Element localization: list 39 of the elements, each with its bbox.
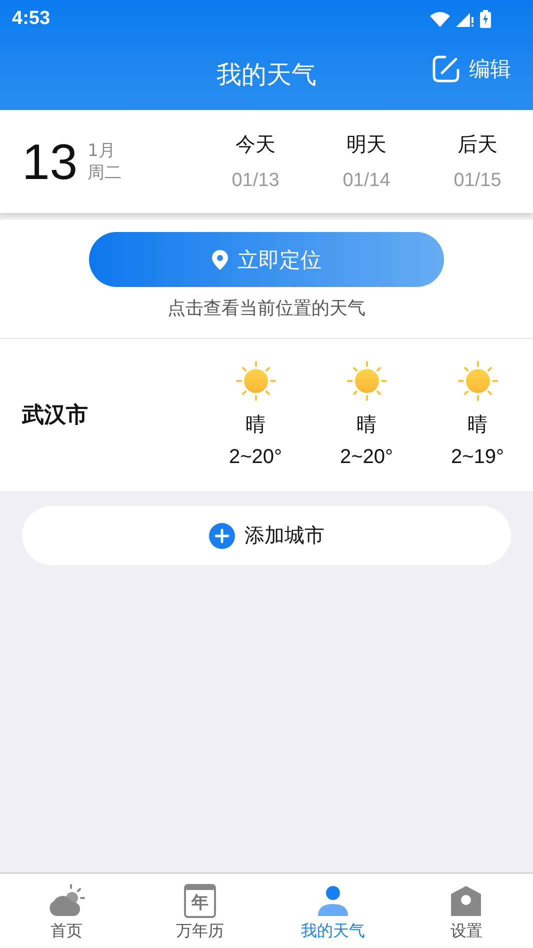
weekday-label: 周二: [88, 162, 122, 184]
temperature-range: 2~19°: [450, 446, 504, 469]
location-pin-icon: [212, 250, 228, 270]
day-number: 13: [22, 132, 78, 190]
locate-hint: 点击查看当前位置的天气: [168, 297, 366, 320]
sun-icon: [458, 361, 498, 401]
day-date: 01/13: [232, 170, 280, 192]
edit-icon: [431, 54, 461, 84]
day-label: 明天: [346, 131, 386, 158]
calendar-icon: 年: [184, 884, 216, 918]
nav-tab[interactable]: 我的天气: [266, 874, 400, 948]
nav-tab[interactable]: 年 万年历: [133, 874, 266, 948]
day-label: 今天: [236, 131, 276, 158]
nav-tab[interactable]: 设置: [400, 874, 533, 948]
edit-button[interactable]: 编辑: [431, 54, 511, 84]
person-icon: [316, 886, 350, 918]
plus-icon: [208, 522, 234, 548]
weather-condition: 晴: [246, 411, 266, 438]
signal-icon: [456, 11, 474, 27]
sun-icon: [236, 361, 276, 401]
day-date: 01/14: [342, 170, 390, 192]
weather-condition: 晴: [356, 411, 376, 438]
cloud-sun-icon: [48, 884, 86, 918]
city-name: 武汉市: [22, 402, 88, 430]
day-label: 后天: [458, 131, 498, 158]
nav-tab[interactable]: 首页: [0, 874, 134, 948]
house-icon: [451, 886, 482, 918]
day-date: 01/15: [454, 170, 502, 192]
battery-icon: [480, 10, 491, 28]
wifi-icon: [430, 11, 450, 27]
city-card[interactable]: 武汉市 晴 2~20° 晴 2~20° 晴 2~19°: [0, 339, 533, 491]
page-title: 我的天气: [216, 58, 316, 90]
add-city-button[interactable]: 添加城市: [22, 506, 511, 565]
sun-icon: [346, 361, 386, 401]
status-time: 4:53: [12, 8, 50, 30]
temperature-range: 2~20°: [340, 446, 394, 469]
temperature-range: 2~20°: [228, 446, 282, 469]
month-label: 1月: [88, 140, 116, 162]
weather-condition: 晴: [468, 411, 488, 438]
